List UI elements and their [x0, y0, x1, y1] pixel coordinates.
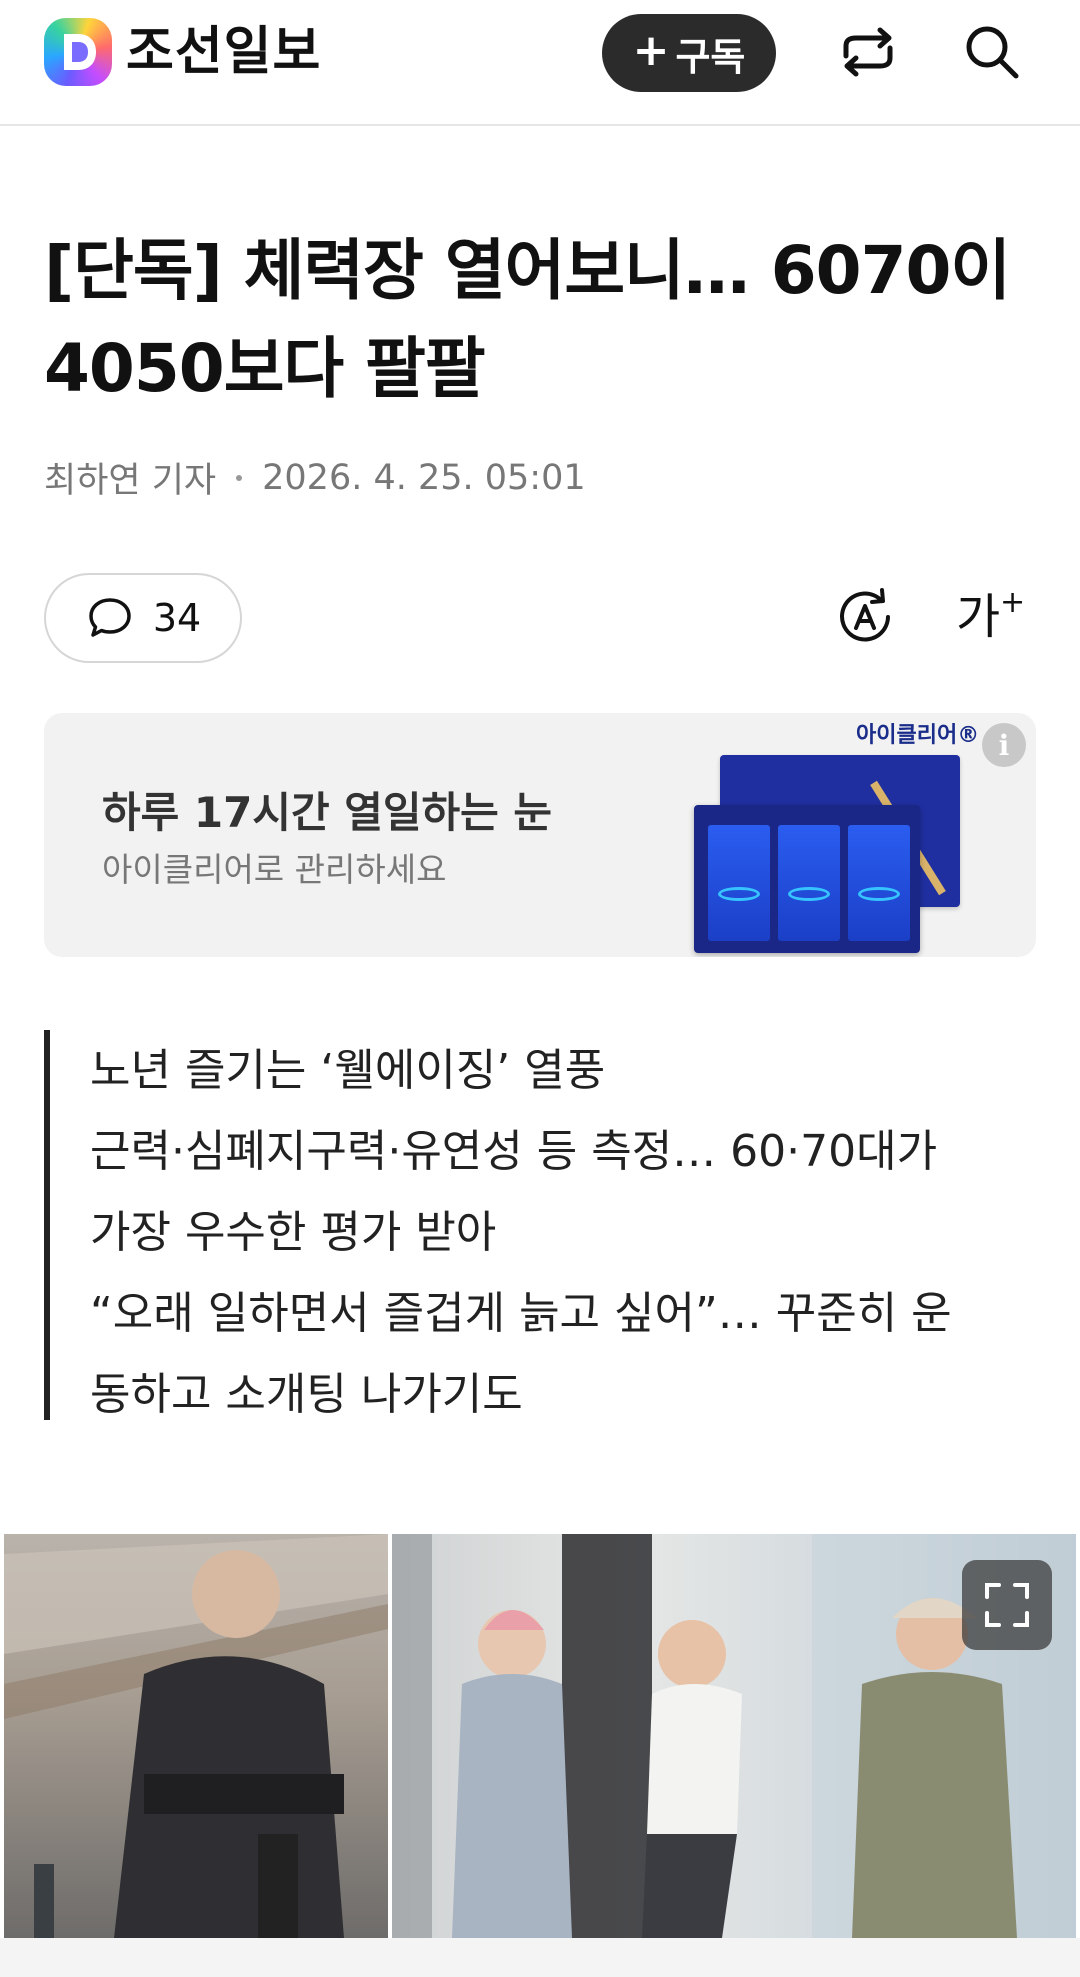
article-photo-left[interactable]: [4, 1534, 388, 1938]
top-header: 조선일보 + 구독: [0, 0, 1080, 126]
summary-line: 노년 즐기는 ‘웰에이징’ 열풍: [90, 1045, 606, 1096]
publish-date: 2026. 4. 25. 05:01: [262, 457, 586, 498]
summary-line: “오래 일하면서 즐겁게 늙고 싶어”… 꾸준히 운: [90, 1288, 952, 1339]
search-icon[interactable]: [960, 20, 1024, 84]
article-photo-gallery[interactable]: [0, 1534, 1080, 1938]
summary-line: 근력·심폐지구력·유연성 등 측정… 60·70대가: [90, 1126, 938, 1177]
ad-subtext: 아이클리어로 관리하세요: [102, 850, 447, 889]
comment-bubble-icon: [89, 598, 131, 637]
summary-line: 가장 우수한 평가 받아: [90, 1207, 497, 1258]
author-name[interactable]: 최하연 기자: [44, 452, 216, 503]
site-name[interactable]: 조선일보: [126, 18, 321, 86]
daum-logo-icon[interactable]: [44, 18, 112, 86]
product-pack-image: [708, 825, 770, 941]
byline: 최하연 기자 2026. 4. 25. 05:01: [44, 452, 586, 503]
advertisement-banner[interactable]: 하루 17시간 열일하는 눈 아이클리어로 관리하세요 아이클리어® i: [44, 713, 1036, 957]
product-pack-image: [778, 825, 840, 941]
summary-line: 동하고 소개팅 나가기도: [90, 1369, 523, 1420]
comment-count: 34: [152, 596, 202, 640]
product-pack-image: [848, 825, 910, 941]
ad-headline: 하루 17시간 열일하는 눈: [102, 788, 553, 837]
ad-brand-logo: 아이클리어®: [856, 723, 980, 748]
bottom-spacer: [0, 1938, 1080, 1977]
article-title: [단독] 체력장 열어보니… 6070이 4050보다 팔팔: [44, 232, 1011, 407]
subscribe-label: 구독: [675, 34, 746, 79]
article-summary: 노년 즐기는 ‘웰에이징’ 열풍 근력·심폐지구력·유연성 등 측정… 60·7…: [44, 1030, 1044, 1420]
translate-icon[interactable]: [832, 584, 898, 650]
plus-icon: +: [632, 25, 670, 76]
fullscreen-icon[interactable]: [962, 1560, 1052, 1650]
plus-icon: +: [1000, 585, 1026, 620]
font-size-button[interactable]: 가 +: [956, 584, 1025, 650]
font-size-label: 가: [956, 589, 1001, 645]
comment-button[interactable]: 34: [44, 573, 242, 663]
separator-dot: [236, 474, 243, 481]
ad-info-icon[interactable]: i: [982, 723, 1026, 767]
subscribe-button[interactable]: + 구독: [602, 14, 776, 92]
share-icon[interactable]: [836, 20, 900, 84]
